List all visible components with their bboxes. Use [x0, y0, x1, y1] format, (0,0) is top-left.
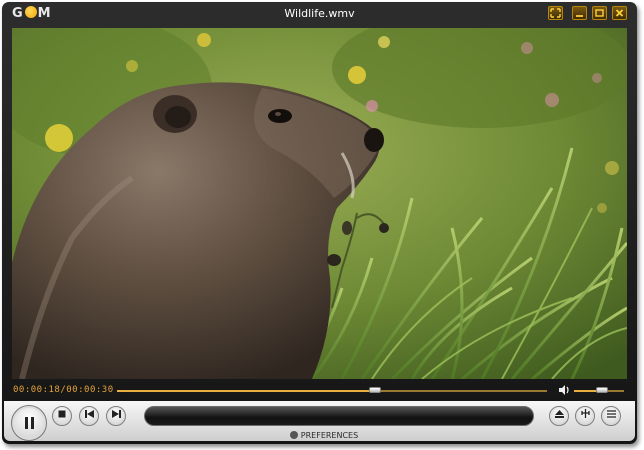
preferences-icon — [289, 431, 298, 439]
window-title: Wildlife.wmv — [284, 7, 355, 20]
volume-button[interactable] — [558, 385, 570, 398]
next-icon — [111, 410, 121, 418]
equalizer-icon — [580, 409, 590, 418]
video-frame — [12, 28, 627, 379]
playlist-icon — [606, 410, 616, 418]
preferences-button[interactable]: PREFERENCES — [2, 431, 637, 440]
previous-icon — [84, 410, 94, 418]
maximize-icon — [595, 9, 604, 17]
seek-bar-progress — [117, 390, 375, 392]
preferences-label: PREFERENCES — [300, 431, 359, 440]
equalizer-button[interactable] — [575, 406, 595, 426]
playlist-button[interactable] — [601, 406, 621, 426]
info-display — [144, 406, 534, 426]
volume-handle[interactable] — [595, 387, 608, 393]
stop-button[interactable] — [52, 406, 72, 426]
player-window: GM Wildlife.wmv 00:00:18/00:00:30 PREFER… — [2, 2, 637, 444]
next-button[interactable] — [106, 406, 126, 426]
open-file-icon — [554, 410, 564, 418]
open-file-button[interactable] — [549, 406, 569, 426]
speaker-icon — [559, 385, 569, 395]
fullscreen-button[interactable] — [548, 6, 563, 20]
stop-icon — [58, 410, 66, 418]
previous-button[interactable] — [79, 406, 99, 426]
time-display: 00:00:18/00:00:30 — [13, 385, 114, 395]
video-area[interactable] — [12, 28, 627, 379]
minimize-icon — [576, 15, 583, 17]
seek-handle[interactable] — [369, 387, 381, 393]
pause-icon — [25, 417, 34, 429]
seek-bar[interactable] — [117, 390, 547, 392]
minimize-button[interactable] — [572, 6, 587, 20]
close-button[interactable] — [612, 6, 627, 20]
maximize-button[interactable] — [592, 6, 607, 20]
fullscreen-icon — [550, 8, 561, 18]
close-icon — [615, 9, 624, 17]
title-bar[interactable]: GM Wildlife.wmv — [2, 2, 637, 26]
